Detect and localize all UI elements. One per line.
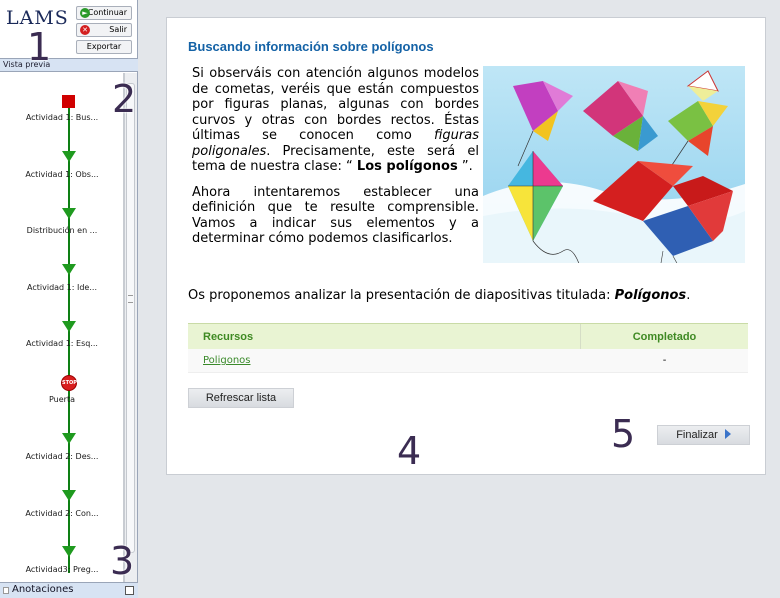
resource-link[interactable]: Poligonos bbox=[203, 355, 250, 366]
callout-5: 5 bbox=[611, 412, 636, 456]
activity-item[interactable]: Actividad3: Preg... bbox=[0, 565, 124, 574]
scrollbar-thumb[interactable] bbox=[126, 83, 135, 553]
note-icon bbox=[3, 587, 9, 594]
expand-icon[interactable] bbox=[125, 586, 134, 595]
current-activity-marker-icon bbox=[62, 95, 75, 108]
sequence-scrollbar[interactable] bbox=[124, 73, 137, 582]
activity-item[interactable]: Actividad 1: Ide... bbox=[0, 283, 124, 292]
anotaciones-label: Anotaciones bbox=[12, 584, 74, 595]
activity-item[interactable]: Actividad 2: Con... bbox=[0, 509, 124, 518]
anotaciones-bar[interactable]: Anotaciones bbox=[0, 582, 138, 598]
finalizar-label: Finalizar bbox=[676, 429, 718, 441]
propon-text: Os proponemos analizar la presentación d… bbox=[188, 288, 691, 303]
completed-arrow-icon bbox=[62, 546, 76, 557]
exportar-button[interactable]: Exportar bbox=[76, 40, 132, 54]
finalizar-button[interactable]: Finalizar bbox=[657, 425, 750, 445]
table-header: Recursos Completado bbox=[188, 323, 748, 349]
completed-arrow-icon bbox=[62, 208, 76, 219]
kites-illustration bbox=[483, 66, 745, 263]
continue-icon: ► bbox=[80, 8, 90, 18]
intro-paragraph-2: Ahora intentaremos establecer una defini… bbox=[192, 184, 479, 247]
col-recursos: Recursos bbox=[188, 324, 581, 349]
completed-arrow-icon bbox=[62, 490, 76, 501]
intro-text: Si observáis con atención algunos modelo… bbox=[192, 66, 479, 257]
exit-icon: ✕ bbox=[80, 25, 90, 35]
sequence-panel: Actividad 1: Bus... Actividad 1: Obs... … bbox=[0, 73, 124, 582]
stop-gate-icon: STOP bbox=[61, 375, 77, 391]
next-arrow-icon bbox=[724, 429, 731, 439]
activity-item-gate[interactable]: Puerta bbox=[0, 395, 124, 404]
salir-label: Salir bbox=[109, 25, 127, 34]
page-title: Buscando información sobre polígonos bbox=[188, 39, 434, 54]
resources-table: Recursos Completado Poligonos - bbox=[188, 323, 748, 373]
activity-item[interactable]: Actividad 1: Obs... bbox=[0, 170, 124, 179]
continuar-button[interactable]: ► Continuar bbox=[76, 6, 132, 20]
callout-2: 2 bbox=[112, 77, 137, 121]
completed-arrow-icon bbox=[62, 264, 76, 275]
intro-paragraph-1: Si observáis con atención algunos modelo… bbox=[192, 66, 479, 174]
continuar-label: Continuar bbox=[87, 8, 127, 17]
scrollbar-grip-icon bbox=[128, 295, 133, 303]
callout-3: 3 bbox=[110, 539, 135, 583]
refrescar-lista-button[interactable]: Refrescar lista bbox=[188, 388, 294, 408]
completed-arrow-icon bbox=[62, 433, 76, 444]
table-row: Poligonos - bbox=[188, 349, 748, 373]
content-card: Buscando información sobre polígonos Si … bbox=[166, 17, 766, 475]
activity-item[interactable]: Actividad 1: Bus... bbox=[0, 113, 124, 122]
completed-arrow-icon bbox=[62, 151, 76, 162]
activity-item[interactable]: Distribución en ... bbox=[0, 226, 124, 235]
activity-item[interactable]: Actividad 1: Esq... bbox=[0, 339, 124, 348]
callout-1: 1 bbox=[27, 25, 52, 69]
callout-4: 4 bbox=[397, 429, 422, 473]
vista-previa-header: Vista previa bbox=[0, 58, 138, 72]
col-completado: Completado bbox=[632, 331, 697, 343]
completed-arrow-icon bbox=[62, 321, 76, 332]
activity-item[interactable]: Actividad 2: Des... bbox=[0, 452, 124, 461]
completed-cell: - bbox=[662, 355, 667, 366]
salir-button[interactable]: ✕ Salir bbox=[76, 23, 132, 37]
